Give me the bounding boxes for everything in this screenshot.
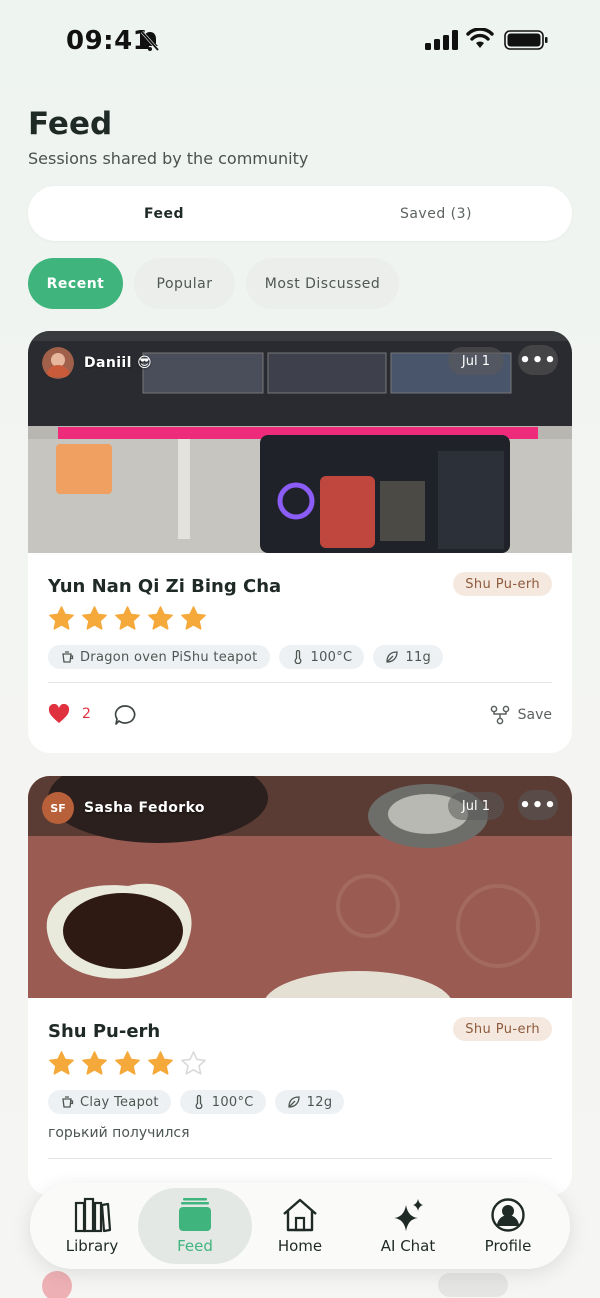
star-rating (48, 1050, 207, 1077)
author-name: Daniil 😎 (84, 355, 153, 371)
library-icon (74, 1197, 112, 1233)
vessel-tag: Dragon oven PiShu teapot (48, 645, 270, 669)
star-filled-icon (148, 1051, 173, 1075)
avatar (42, 347, 74, 379)
save-icon (490, 705, 509, 725)
like-button[interactable]: 2 (48, 704, 91, 724)
star-filled-icon (82, 606, 107, 630)
tab-ai-chat[interactable]: AI Chat (354, 1183, 462, 1269)
more-options-button[interactable]: ••• (518, 345, 558, 375)
home-icon (283, 1198, 317, 1232)
vessel-tag: Clay Teapot (48, 1090, 171, 1114)
teapot-icon (62, 651, 74, 663)
post-author[interactable]: SF Sasha Fedorko (42, 792, 205, 824)
save-button[interactable]: Save (490, 705, 552, 725)
amount-tag: 11g (373, 645, 444, 669)
sparkles-icon (394, 1199, 423, 1231)
star-filled-icon (115, 1051, 140, 1075)
star-filled-icon (115, 606, 140, 630)
tab-home[interactable]: Home (246, 1183, 354, 1269)
tea-name: Yun Nan Qi Zi Bing Cha (48, 576, 282, 597)
card-divider (48, 682, 552, 683)
avatar: SF (42, 792, 74, 824)
page-title: Feed (28, 106, 113, 142)
like-count: 2 (82, 706, 91, 722)
tab-feed-nav[interactable]: Feed (138, 1188, 252, 1264)
filter-most-discussed[interactable]: Most Discussed (246, 258, 399, 309)
thermometer-icon (294, 650, 301, 664)
feed-segment-control: Feed Saved (3) (28, 186, 572, 241)
tab-library[interactable]: Library (38, 1183, 146, 1269)
teapot-icon (62, 1096, 74, 1108)
star-filled-icon (82, 1051, 107, 1075)
tea-type-badge: Shu Pu-erh (453, 1017, 552, 1041)
post-card[interactable]: SF Sasha Fedorko Jul 1 ••• Shu Pu-erh Sh… (28, 776, 572, 1196)
post-date: Jul 1 (447, 347, 504, 375)
tab-saved[interactable]: Saved (3) (300, 186, 572, 241)
star-filled-icon (49, 606, 74, 630)
star-rating (48, 605, 207, 632)
bottom-tab-bar: Library Feed Home AI Chat Profile (30, 1183, 570, 1269)
next-post-preview (28, 1265, 572, 1298)
profile-icon (491, 1198, 525, 1232)
page-subtitle: Sessions shared by the community (28, 149, 309, 168)
tea-name: Shu Pu-erh (48, 1021, 161, 1042)
tea-type-badge: Shu Pu-erh (453, 572, 552, 596)
temperature-tag: 100°C (179, 1090, 266, 1114)
session-tags: Clay Teapot 100°C 12g (48, 1090, 345, 1114)
post-date: Jul 1 (447, 792, 504, 820)
battery-icon (504, 30, 548, 50)
heart-icon (48, 704, 70, 723)
status-bar: 09:41 (0, 0, 600, 82)
thermometer-icon (195, 1095, 203, 1109)
leaf-icon (288, 1096, 300, 1108)
post-author[interactable]: Daniil 😎 (42, 347, 152, 379)
more-options-button[interactable]: ••• (518, 790, 558, 820)
wifi-icon (466, 28, 494, 48)
tab-profile[interactable]: Profile (454, 1183, 562, 1269)
status-time: 09:41 (66, 26, 152, 56)
star-empty-icon (181, 1051, 206, 1075)
session-note: горький получился (48, 1125, 190, 1141)
post-card[interactable]: Daniil 😎 Jul 1 ••• Yun Nan Qi Zi Bing Ch… (28, 331, 572, 753)
author-name: Sasha Fedorko (84, 800, 205, 816)
tab-feed[interactable]: Feed (28, 186, 300, 241)
signal-icon (425, 30, 458, 50)
amount-tag: 12g (274, 1090, 345, 1114)
temperature-tag: 100°C (278, 645, 365, 669)
leaf-icon (386, 651, 399, 663)
card-divider (48, 1158, 552, 1159)
filter-recent[interactable]: Recent (28, 258, 123, 309)
star-filled-icon (181, 606, 206, 630)
star-filled-icon (49, 1051, 74, 1075)
bell-slash-icon (140, 31, 160, 51)
comment-icon[interactable] (114, 704, 137, 726)
session-tags: Dragon oven PiShu teapot 100°C 11g (48, 645, 444, 669)
filter-popular[interactable]: Popular (134, 258, 235, 309)
feed-icon (179, 1198, 211, 1231)
star-filled-icon (148, 606, 173, 630)
